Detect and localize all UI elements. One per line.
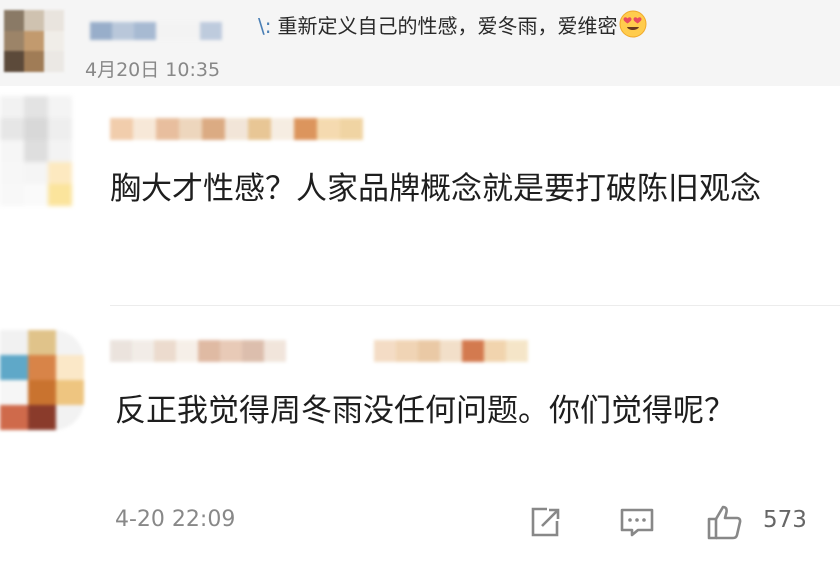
name-blur-block xyxy=(352,340,374,362)
name-blur-block xyxy=(156,118,179,140)
quoted-post-text: \: 重新定义自己的性感，爱冬雨，爱维密 xyxy=(258,10,647,39)
avatar[interactable] xyxy=(0,96,72,206)
avatar-pixel xyxy=(48,140,72,162)
name-blur-block xyxy=(396,340,418,362)
name-blur-block xyxy=(242,340,264,362)
username-blurred[interactable] xyxy=(110,118,363,140)
avatar-pixel xyxy=(4,30,24,52)
avatar-pixel xyxy=(0,355,28,380)
name-blur-block xyxy=(133,118,156,140)
like-icon[interactable] xyxy=(705,502,745,542)
name-blur-block xyxy=(264,340,286,362)
name-blur-block xyxy=(271,118,294,140)
post-timestamp: 4月20日 10:35 xyxy=(85,59,221,81)
name-blur-block xyxy=(132,340,154,362)
avatar-pixel xyxy=(28,355,56,380)
avatar-pixel xyxy=(48,162,72,184)
username-blurred[interactable] xyxy=(110,340,528,362)
name-blur-block xyxy=(248,118,271,140)
name-blur-block xyxy=(340,118,363,140)
divider xyxy=(110,305,840,306)
comment-timestamp: 4-20 22:09 xyxy=(115,507,236,532)
avatar-pixel xyxy=(4,10,24,31)
comment-icon[interactable] xyxy=(617,502,657,542)
name-blur-block xyxy=(176,340,198,362)
name-blur-block xyxy=(134,22,156,40)
name-blur-block xyxy=(506,340,528,362)
avatar-pixel xyxy=(0,330,28,355)
avatar-pixel xyxy=(0,140,24,162)
avatar-pixel xyxy=(0,96,24,118)
name-blur-block xyxy=(110,340,132,362)
name-blur-block xyxy=(286,340,308,362)
name-blur-block xyxy=(308,340,330,362)
username-blurred[interactable] xyxy=(90,22,222,40)
name-blur-block xyxy=(154,340,176,362)
name-blur-block xyxy=(178,22,200,40)
name-blur-block xyxy=(317,118,340,140)
name-blur-block xyxy=(200,22,222,40)
name-blur-block xyxy=(202,118,225,140)
avatar-pixel xyxy=(28,330,56,355)
like-count: 573 xyxy=(763,507,807,533)
avatar-pixel xyxy=(44,51,64,72)
name-blur-block xyxy=(90,22,112,40)
avatar-pixel xyxy=(56,355,84,380)
name-blur-block xyxy=(484,340,506,362)
name-blur-block xyxy=(198,340,220,362)
name-blur-block xyxy=(112,22,134,40)
name-blur-block xyxy=(418,340,440,362)
name-blur-block xyxy=(225,118,248,140)
avatar-pixel xyxy=(0,118,24,140)
avatar-pixel xyxy=(48,96,72,118)
comment-text: 反正我觉得周冬雨没任何问题。你们觉得呢？ xyxy=(115,393,735,429)
avatar-pixel xyxy=(0,184,24,206)
avatar-pixel xyxy=(44,30,64,52)
avatar-pixel xyxy=(24,184,48,206)
avatar-pixel xyxy=(28,380,56,405)
name-blur-block xyxy=(330,340,352,362)
name-blur-block xyxy=(294,118,317,140)
avatar-pixel xyxy=(0,405,28,430)
name-blur-block xyxy=(179,118,202,140)
avatar-pixel xyxy=(56,380,84,405)
avatar-pixel xyxy=(0,380,28,405)
avatar-pixel xyxy=(48,184,72,206)
avatar-pixel xyxy=(24,51,44,72)
heart-eyes-icon xyxy=(619,10,647,38)
avatar-pixel xyxy=(24,162,48,184)
name-blur-block xyxy=(462,340,484,362)
comment-text: 胸大才性感？人家品牌概念就是要打破陈旧观念 xyxy=(110,171,761,207)
quote-prefix: \: xyxy=(258,14,272,38)
avatar-pixel xyxy=(24,30,44,52)
name-blur-block xyxy=(220,340,242,362)
name-blur-block xyxy=(374,340,396,362)
avatar-pixel xyxy=(56,405,84,430)
avatar-pixel xyxy=(56,330,84,355)
share-icon[interactable] xyxy=(525,502,565,542)
avatar-pixel xyxy=(24,96,48,118)
name-blur-block xyxy=(110,118,133,140)
avatar-pixel xyxy=(44,10,64,31)
avatar-pixel xyxy=(24,118,48,140)
avatar[interactable] xyxy=(0,330,84,430)
avatar-pixel xyxy=(24,10,44,31)
avatar-pixel xyxy=(0,162,24,184)
quote-body: 重新定义自己的性感，爱冬雨，爱维密 xyxy=(277,14,618,38)
avatar[interactable] xyxy=(4,10,64,72)
name-blur-block xyxy=(156,22,178,40)
avatar-pixel xyxy=(28,405,56,430)
name-blur-block xyxy=(440,340,462,362)
avatar-pixel xyxy=(24,140,48,162)
avatar-pixel xyxy=(48,118,72,140)
avatar-pixel xyxy=(4,51,24,72)
